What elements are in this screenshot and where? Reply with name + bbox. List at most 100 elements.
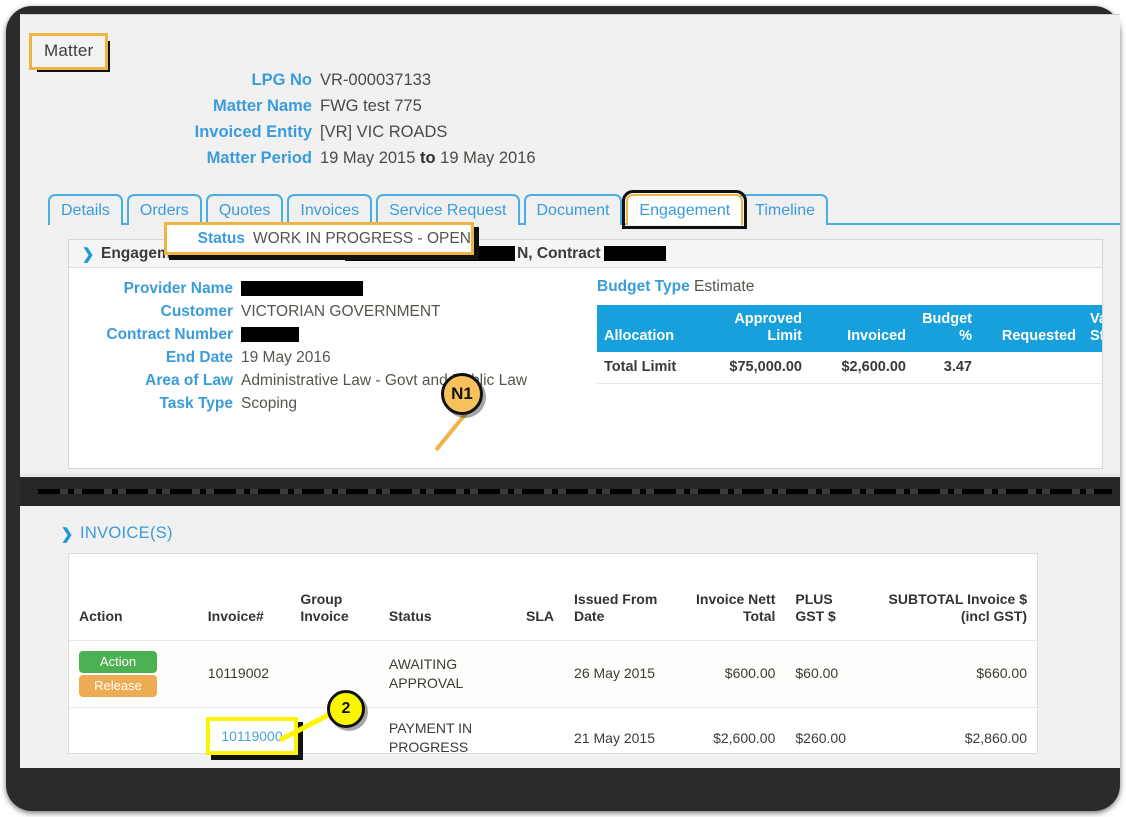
col-group-invoice: Group Invoice [290, 554, 379, 640]
tab-label: Document [537, 202, 610, 219]
budget-type-value: Estimate [694, 278, 754, 295]
cell-requested [979, 352, 1083, 383]
matter-tab-label: Matter [44, 41, 93, 60]
cell-subtotal: $660.00 [868, 640, 1037, 707]
annotation-label: 2 [342, 700, 351, 718]
field-label: Matter Period [20, 149, 320, 168]
field-label: LPG No [20, 71, 320, 90]
tab-label: Invoices [300, 202, 359, 219]
annotation-badge-n1: N1 [441, 373, 483, 415]
engagement-title-mid: N, Contract [517, 245, 601, 262]
col-invoice-no: Invoice# [198, 554, 291, 640]
matter-header-fields: LPG No VR-000037133 Matter Name FWG test… [20, 71, 660, 175]
field-label: Task Type [69, 395, 241, 413]
field-value: 19 May 2016 [241, 349, 331, 367]
chevron-down-icon[interactable]: ❯ [54, 525, 80, 543]
field-value: [VR] VIC ROADS [320, 123, 447, 142]
annotation-label: N1 [451, 384, 473, 404]
matter-tab-strip: Details Orders Quotes Invoices Service R… [48, 193, 1103, 225]
chevron-down-icon[interactable]: ❯ [75, 245, 101, 263]
action-button[interactable]: Action [79, 651, 157, 673]
cell-invoice-nett-total: $600.00 [681, 640, 786, 707]
field-matter-period: Matter Period 19 May 2015 to 19 May 2016 [20, 149, 660, 168]
cell-plus-gst: $60.00 [785, 640, 868, 707]
release-button[interactable]: Release [79, 675, 157, 697]
col-plus-gst: PLUS GST $ [785, 554, 868, 640]
field-label: Contract Number [69, 326, 241, 344]
invoice-number-link-highlighted[interactable]: 10119000 [221, 728, 282, 744]
field-value: FWG test 775 [320, 97, 422, 116]
col-approved-limit: Approved Limit [695, 305, 809, 352]
tab-label: Engagement [639, 202, 730, 219]
budget-type-label: Budget Type [597, 278, 690, 295]
field-label: Area of Law [69, 372, 241, 390]
col-sla: SLA [510, 554, 564, 640]
budget-type-line: Budget Type Estimate [597, 278, 1103, 296]
budget-table-header-row: Allocation Approved Limit Invoiced Budge… [597, 305, 1103, 352]
col-action: Action [69, 554, 198, 640]
cell-action [69, 707, 198, 754]
budget-table-row: Total Limit $75,000.00 $2,600.00 3.47 [597, 352, 1103, 383]
col-subtotal: SUBTOTAL Invoice $ (incl GST) [868, 554, 1037, 640]
cell-budget-pct: 3.47 [913, 352, 979, 383]
tab-engagement[interactable]: Engagement [626, 194, 743, 225]
cell-plus-gst: $260.00 [785, 707, 868, 754]
cell-subtotal: $2,860.00 [868, 707, 1037, 754]
redaction-bar [604, 246, 666, 261]
invoices-section-header[interactable]: ❯ INVOICE(S) [54, 524, 173, 543]
cell-invoiced: $2,600.00 [809, 352, 913, 383]
field-value: 19 May 2015 to 19 May 2016 [320, 149, 536, 168]
field-label: Matter Name [20, 97, 320, 116]
dashed-cut-line [38, 489, 1112, 494]
col-allocation: Allocation [597, 305, 695, 352]
field-invoiced-entity: Invoiced Entity [VR] VIC ROADS [20, 123, 660, 142]
field-label: Invoiced Entity [20, 123, 320, 142]
invoices-section-title: INVOICE(S) [80, 524, 173, 543]
engagement-status-highlight[interactable]: Status WORK IN PROGRESS - OPEN [164, 222, 474, 255]
field-label: Status [167, 230, 253, 248]
cell-sla [510, 707, 564, 754]
engagement-card: ❯ Engagement B94467 of Provider N, Contr… [68, 239, 1103, 469]
field-lpg-no: LPG No VR-000037133 [20, 71, 660, 90]
action-button-stack: Action Release [79, 651, 157, 697]
budget-block: Budget Type Estimate Allocation Approved… [597, 278, 1103, 384]
field-label: End Date [69, 349, 241, 367]
matter-tab-chip[interactable]: Matter [32, 36, 105, 67]
tab-details[interactable]: Details [48, 194, 123, 225]
redaction-bar [241, 281, 363, 296]
cell-status: PAYMENT IN PROGRESS [379, 707, 510, 754]
col-invoice-nett-total: Invoice Nett Total [681, 554, 786, 640]
field-value: Scoping [241, 395, 297, 413]
tab-label: Details [61, 202, 110, 219]
tab-invoices[interactable]: Invoices [287, 194, 372, 225]
tab-label: Quotes [219, 202, 271, 219]
col-variation-status: Variation Status [1083, 305, 1103, 352]
cell-action: Action Release [69, 640, 198, 707]
field-value: VR-000037133 [320, 71, 431, 90]
col-invoiced: Invoiced [809, 305, 913, 352]
tab-label: Service Request [389, 202, 506, 219]
tab-service-request[interactable]: Service Request [376, 194, 519, 225]
cell-invoice-no: 10119002 [198, 640, 291, 707]
tab-quotes[interactable]: Quotes [206, 194, 284, 225]
tab-orders[interactable]: Orders [127, 194, 202, 225]
field-value: WORK IN PROGRESS - OPEN [253, 230, 471, 248]
tab-timeline[interactable]: Timeline [737, 194, 828, 225]
tab-label: Orders [140, 202, 189, 219]
col-requested: Requested [979, 305, 1083, 352]
col-budget-pct: Budget % [913, 305, 979, 352]
col-issued-from-date: Issued From Date [564, 554, 681, 640]
field-task-type: Task Type Scoping [69, 395, 609, 413]
tab-document[interactable]: Document [524, 194, 623, 225]
cell-issued-from-date: 21 May 2015 [564, 707, 681, 754]
annotation-badge-2: 2 [327, 690, 365, 728]
field-label: Provider Name [69, 280, 241, 298]
period-to: 19 May 2016 [440, 149, 535, 167]
cell-allocation: Total Limit [597, 352, 695, 383]
field-end-date: End Date 19 May 2016 [69, 349, 609, 367]
field-provider-name: Provider Name [69, 280, 609, 298]
field-value [241, 326, 299, 344]
field-value [241, 280, 363, 298]
matter-panel: Matter LPG No VR-000037133 Matter Name F… [20, 14, 1120, 477]
tab-label: Timeline [755, 202, 815, 219]
